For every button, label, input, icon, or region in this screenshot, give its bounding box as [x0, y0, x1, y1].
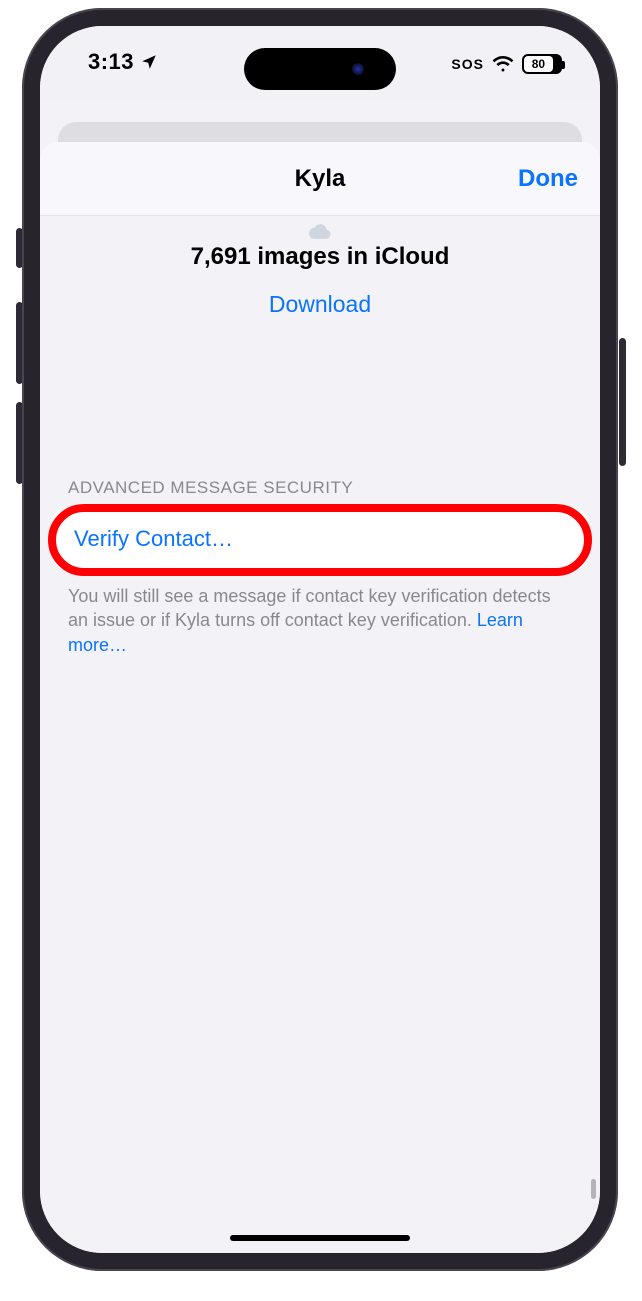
sheet-title: Kyla — [295, 165, 346, 193]
contact-sheet: Kyla Done 7,691 images in iCloud Downloa… — [40, 142, 600, 1253]
done-button[interactable]: Done — [518, 165, 578, 193]
sheet-body: 7,691 images in iCloud Download ADVANCED… — [40, 216, 600, 657]
download-button[interactable]: Download — [40, 291, 600, 318]
status-time: 3:13 — [88, 49, 134, 75]
icloud-images-count: 7,691 images in iCloud — [40, 243, 600, 271]
verify-contact-button[interactable]: Verify Contact… — [52, 508, 588, 570]
icloud-icon — [40, 216, 600, 239]
scroll-indicator — [591, 1179, 596, 1199]
power-button[interactable] — [619, 338, 626, 466]
sos-indicator: SOS — [451, 56, 484, 72]
home-indicator[interactable] — [230, 1235, 410, 1241]
screen: 3:13 SOS 80 Kyla Done — [40, 26, 600, 1253]
sheet-header: Kyla Done — [40, 142, 600, 216]
battery-percent: 80 — [532, 57, 545, 71]
section-header-advanced-security: ADVANCED MESSAGE SECURITY — [40, 478, 600, 508]
phone-frame: 3:13 SOS 80 Kyla Done — [22, 8, 618, 1271]
wifi-icon — [492, 56, 514, 72]
dynamic-island — [244, 48, 396, 90]
battery-icon: 80 — [522, 54, 562, 74]
section-footer-text: You will still see a message if contact … — [40, 570, 600, 657]
location-icon — [140, 53, 158, 71]
